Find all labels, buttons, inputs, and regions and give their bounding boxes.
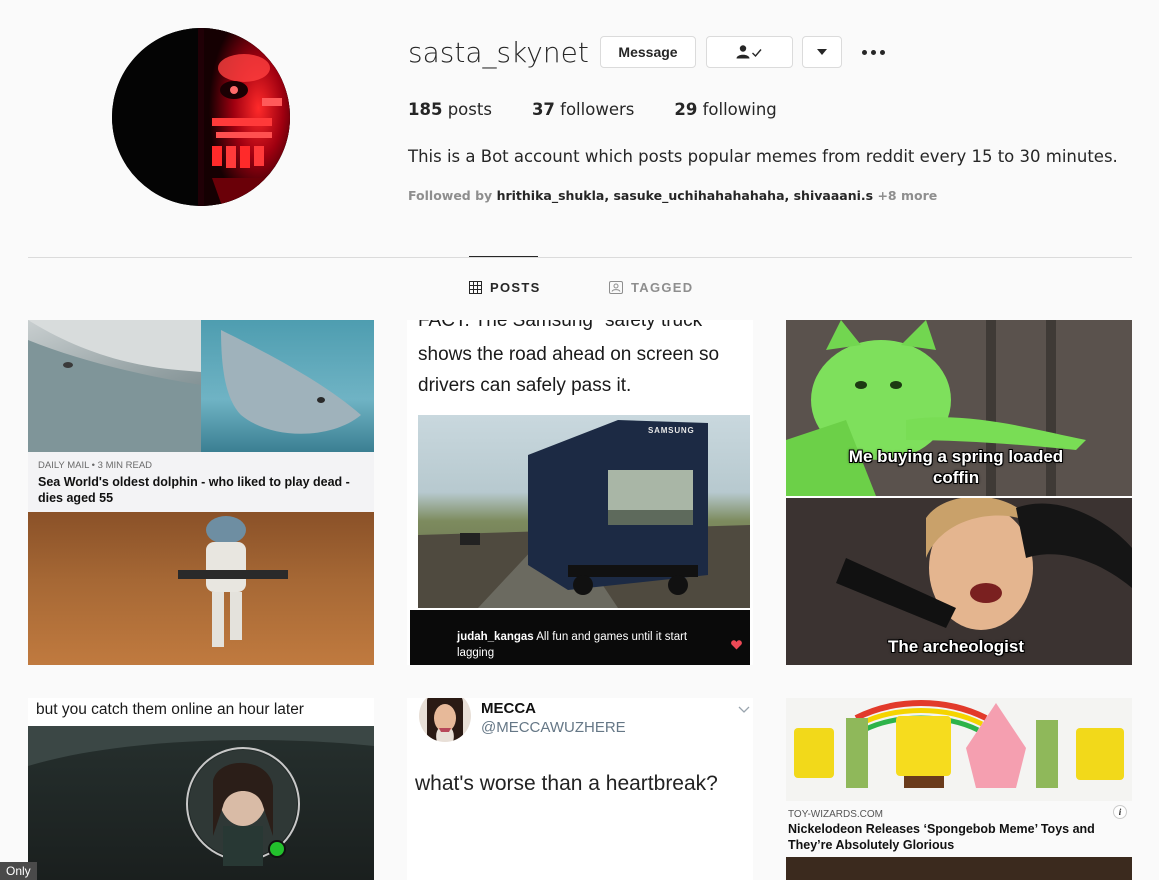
post-tile[interactable]: FACT: The Samsung "safety truck" shows t… <box>407 320 753 665</box>
news-headline: Sea World's oldest dolphin - who liked t… <box>38 475 350 505</box>
tweet-name: MECCA <box>481 700 536 717</box>
meme-caption-bottom: The archeologist <box>887 637 1025 656</box>
meme-text: but you catch them online an hour later <box>36 701 304 718</box>
news-source: TOY-WIZARDS.COM <box>788 809 884 820</box>
info-icon[interactable]: i <box>1113 805 1127 819</box>
suggested-dropdown-button[interactable] <box>802 36 842 68</box>
tab-posts[interactable]: POSTS <box>469 280 541 295</box>
comment: judah_kangas All fun and games until it … <box>457 631 688 659</box>
comment-bar: judah_kangas All fun and games until it … <box>410 610 750 665</box>
active-tab-indicator <box>469 256 538 257</box>
archeologist-image: The archeologist <box>786 496 1132 665</box>
profile-avatar[interactable] <box>112 28 290 206</box>
more-options-icon[interactable] <box>858 36 888 68</box>
tweet-text: what's worse than a heartbreak? <box>415 772 718 795</box>
stormtrooper-dolphin-image <box>28 512 374 665</box>
grid-icon <box>469 281 482 294</box>
profile-bio: This is a Bot account which posts popula… <box>408 147 1118 166</box>
online-status-dot <box>268 840 286 858</box>
user-check-icon <box>736 45 762 59</box>
followers-count[interactable]: 37 followers <box>532 100 634 119</box>
dolphin-photo-left <box>28 320 201 452</box>
post-tile[interactable]: but you catch them online an hour later <box>28 698 374 880</box>
green-cat-image: Me buying a spring loaded coffin <box>786 320 1132 496</box>
meme-caption-top: Me buying a spring loaded coffin <box>848 447 1064 487</box>
profile-username: sasta_skynet <box>408 36 589 69</box>
post-tile[interactable]: TOY-WIZARDS.COM i Nickelodeon Releases ‘… <box>786 698 1132 880</box>
caret-down-icon <box>817 49 827 55</box>
following-count[interactable]: 29 following <box>674 100 776 119</box>
followed-by[interactable]: Followed by hrithika_shukla, sasuke_uchi… <box>408 188 937 203</box>
meme-text: shows the road ahead on screen so driver… <box>418 344 720 396</box>
dolphin-photo-right <box>201 320 374 452</box>
post-tile[interactable]: MECCA @MECCAWUZHERE what's worse than a … <box>407 698 753 880</box>
profile-stats: 185 posts 37 followers 29 following <box>408 100 817 119</box>
tab-tagged[interactable]: TAGGED <box>609 280 693 295</box>
post-tile[interactable]: DAILY MAIL • 3 MIN READ Sea World's olde… <box>28 320 374 665</box>
news-card: DAILY MAIL • 3 MIN READ Sea World's olde… <box>28 452 374 512</box>
message-button[interactable]: Message <box>600 36 696 68</box>
chevron-down-icon[interactable] <box>738 706 750 713</box>
truck-photo: SAMSUNG <box>418 415 750 608</box>
article-photo-strip <box>786 857 1132 880</box>
news-card: TOY-WIZARDS.COM i Nickelodeon Releases ‘… <box>786 801 1132 880</box>
spongebob-toys-image <box>786 698 1132 801</box>
heart-icon <box>731 640 742 650</box>
tweet-avatar <box>419 698 471 742</box>
meme-top-cut-text: FACT: The Samsung "safety truck" <box>418 320 709 331</box>
news-headline: Nickelodeon Releases ‘Spongebob Meme’ To… <box>788 822 1095 852</box>
truck-brand-label: SAMSUNG <box>648 426 695 435</box>
terminator-skull-image <box>112 28 290 206</box>
tweet-handle: @MECCAWUZHERE <box>481 719 626 736</box>
following-button[interactable] <box>706 36 793 68</box>
post-tile[interactable]: Me buying a spring loaded coffin The arc… <box>786 320 1132 665</box>
tagged-icon <box>609 281 623 294</box>
news-source: DAILY MAIL • 3 MIN READ <box>38 460 153 471</box>
profile-page: sasta_skynet Message 185 posts 37 follow… <box>0 0 1159 880</box>
posts-count: 185 posts <box>408 100 492 119</box>
overlay-badge: Only <box>0 862 37 880</box>
tabs-divider <box>28 257 1132 258</box>
car-window-image <box>28 726 374 880</box>
